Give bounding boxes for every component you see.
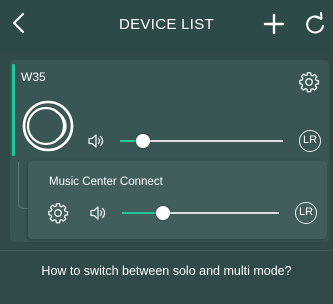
grouped-device-name: Music Center Connect [49,176,163,188]
refresh-icon[interactable] [304,12,326,36]
gear-icon[interactable] [47,202,69,224]
grouped-device-card [28,161,327,239]
slider-knob[interactable] [155,206,170,220]
plus-icon[interactable] [263,13,285,35]
help-link[interactable]: How to switch between solo and multi mod… [0,264,333,278]
disc-icon [22,100,74,152]
volume-slider[interactable] [122,205,279,221]
top-bar: DEVICE LIST [0,0,333,50]
channel-badge[interactable]: LR [295,202,317,224]
gear-icon[interactable] [298,71,320,93]
slider-knob[interactable] [135,134,150,148]
speaker-icon[interactable] [87,133,105,149]
channel-badge[interactable]: LR [299,130,321,152]
device-name: W35 [21,70,46,84]
selected-indicator [12,64,15,156]
speaker-icon[interactable] [89,205,107,221]
divider [0,250,333,251]
volume-slider[interactable] [120,133,283,149]
